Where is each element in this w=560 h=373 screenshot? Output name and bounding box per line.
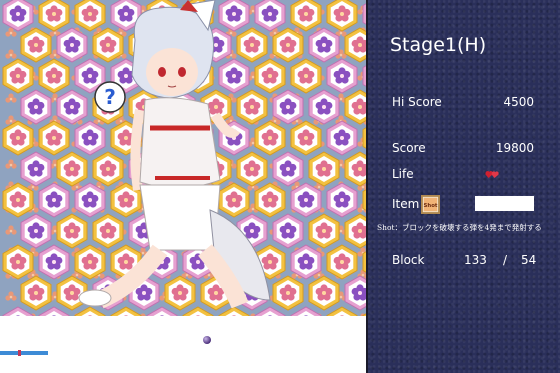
hex-block [344,89,366,125]
hex-block [308,89,340,125]
svg-text:?: ? [104,85,116,109]
paddle[interactable] [0,351,48,355]
game-window: ? Stage1(H) Hi Score 4500 Score 19800 Li… [0,0,560,373]
hex-block [344,275,366,311]
hex-block [2,182,34,218]
hex-block [308,213,340,249]
block-label: Block [392,253,425,267]
hex-block [2,244,34,280]
hex-block [308,27,340,63]
block-separator: / [503,253,508,267]
question-icon: ? [94,81,126,113]
status-panel: Stage1(H) Hi Score 4500 Score 19800 Life… [368,0,560,373]
score-value: 19800 [495,141,534,155]
hex-block [326,120,358,156]
hex-block [2,120,34,156]
svg-text:Shot: Shot [424,203,438,209]
playfield[interactable]: ? [0,0,366,373]
character-sprite [78,0,271,309]
item-slot [475,196,534,211]
hiscore-value: 4500 [503,95,534,109]
shot-card-icon: Shot [421,195,440,214]
hex-block [2,306,34,316]
hex-block [326,182,358,218]
hex-block [326,0,358,32]
hiscore-label: Hi Score [392,95,442,109]
block-count: 133 [464,253,487,267]
hex-block [344,151,366,187]
hex-block [308,275,340,311]
hex-block [344,213,366,249]
stage-title: Stage1(H) [390,34,487,56]
item-description: Shot：ブロックを破壊する弾を4発まで発射する [377,223,542,232]
paddle-center-mark [18,350,21,356]
item-label: Item [392,197,420,211]
block-total: 54 [521,253,537,267]
heart-pair-icon [485,171,499,178]
hex-block [326,244,358,280]
hex-block [2,58,34,94]
hex-block [326,58,358,94]
hex-block [308,151,340,187]
ball-icon [203,336,211,344]
hex-block [344,27,366,63]
hex-block [2,0,34,32]
life-label: Life [392,167,414,181]
score-label: Score [392,141,426,155]
hex-block [326,306,358,316]
